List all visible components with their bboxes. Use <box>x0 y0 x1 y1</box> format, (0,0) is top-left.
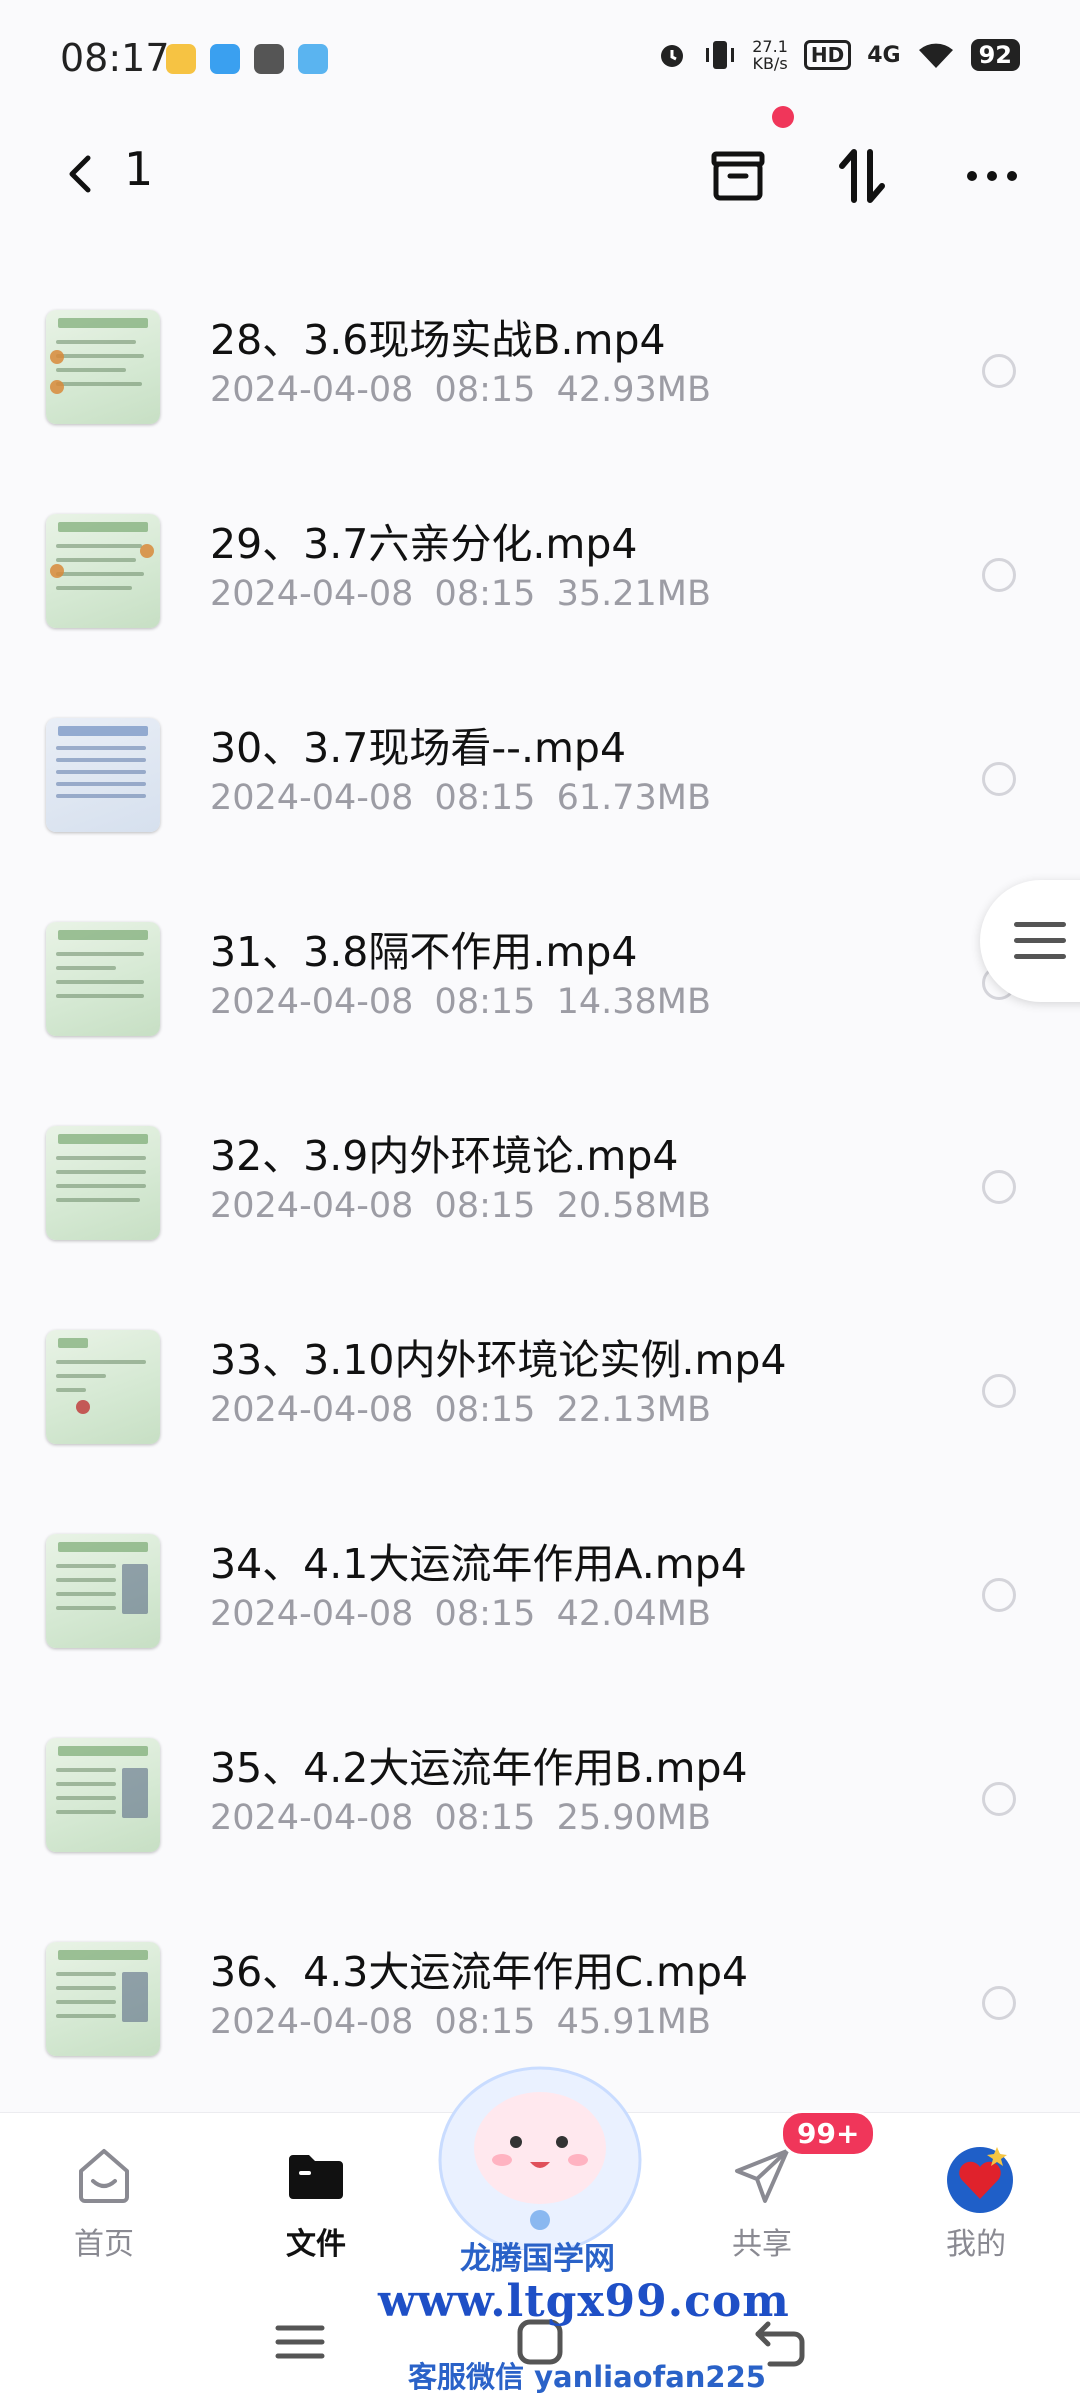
file-name: 36、4.3大运流年作用C.mp4 <box>210 1948 749 1996</box>
video-thumbnail <box>46 1738 160 1852</box>
tab-home[interactable]: 首页 <box>24 2113 184 2283</box>
more-options-button[interactable] <box>952 136 1032 216</box>
network-type: 4G <box>867 42 901 68</box>
file-name: 28、3.6现场实战B.mp4 <box>210 316 666 364</box>
list-item[interactable]: 30、3.7现场看--.mp4 2024-04-08 08:15 61.73MB <box>0 706 1080 910</box>
header: 1 <box>0 120 1080 230</box>
video-thumbnail <box>46 310 160 424</box>
list-item[interactable]: 35、4.2大运流年作用B.mp4 2024-04-08 08:15 25.90… <box>0 1726 1080 1930</box>
hd-badge: HD <box>803 40 852 70</box>
video-thumbnail <box>46 718 160 832</box>
more-horizontal-icon <box>967 171 1017 181</box>
folder-icon <box>285 2145 347 2207</box>
gift-icon <box>254 44 284 74</box>
video-thumbnail <box>46 1534 160 1648</box>
status-bar: 08:17 27.1 KB/s HD 4G 92 <box>0 0 1080 120</box>
home-icon <box>73 2145 135 2207</box>
net-speed: 27.1 KB/s <box>752 38 788 72</box>
file-meta: 2024-04-08 08:15 45.91MB <box>210 2002 711 2042</box>
file-meta: 2024-04-08 08:15 14.38MB <box>210 982 711 1022</box>
tab-home-label: 首页 <box>74 2227 134 2262</box>
video-thumbnail <box>46 922 160 1036</box>
wifi-icon <box>918 43 953 68</box>
select-radio[interactable] <box>982 1170 1016 1204</box>
video-thumbnail <box>46 1330 160 1444</box>
file-name: 33、3.10内外环境论实例.mp4 <box>210 1336 787 1384</box>
notification-icons <box>166 44 328 74</box>
file-meta: 2024-04-08 08:15 22.13MB <box>210 1390 711 1430</box>
select-radio[interactable] <box>982 1374 1016 1408</box>
watermark-contact: 客服微信 yanliaofan225 <box>408 2360 766 2394</box>
status-indicators: 27.1 KB/s HD 4G 92 <box>656 38 1020 72</box>
list-item[interactable]: 32、3.9内外环境论.mp4 2024-04-08 08:15 20.58MB <box>0 1114 1080 1318</box>
file-name: 30、3.7现场看--.mp4 <box>210 724 627 772</box>
page-title: 1 <box>124 142 154 196</box>
select-radio[interactable] <box>982 1578 1016 1612</box>
video-thumbnail <box>46 1126 160 1240</box>
sort-button[interactable] <box>822 136 902 216</box>
video-thumbnail <box>46 514 160 628</box>
menu-nav-button[interactable] <box>270 2312 330 2372</box>
list-item[interactable]: 34、4.1大运流年作用A.mp4 2024-04-08 08:15 42.04… <box>0 1522 1080 1726</box>
file-meta: 2024-04-08 08:15 20.58MB <box>210 1186 711 1226</box>
notification-dot <box>772 106 794 128</box>
watermark-url: www.ltgx99.com <box>378 2276 790 2327</box>
share-badge: 99+ <box>780 2110 877 2157</box>
file-name: 34、4.1大运流年作用A.mp4 <box>210 1540 747 1588</box>
file-name: 32、3.9内外环境论.mp4 <box>210 1132 679 1180</box>
file-meta: 2024-04-08 08:15 61.73MB <box>210 778 711 818</box>
cloud-app-icon <box>298 44 328 74</box>
tab-share-label: 共享 <box>732 2227 792 2262</box>
menu-icon <box>275 2325 325 2359</box>
select-radio[interactable] <box>982 1782 1016 1816</box>
mascot-icon <box>438 2066 642 2254</box>
select-radio[interactable] <box>982 354 1016 388</box>
select-radio[interactable] <box>982 558 1016 592</box>
file-name: 31、3.8隔不作用.mp4 <box>210 928 638 976</box>
file-name: 35、4.2大运流年作用B.mp4 <box>210 1744 748 1792</box>
file-name: 29、3.7六亲分化.mp4 <box>210 520 638 568</box>
tab-mine-label: 我的 <box>946 2227 1006 2262</box>
battery-indicator: 92 <box>970 39 1020 71</box>
status-time: 08:17 <box>60 36 170 80</box>
select-radio[interactable] <box>982 1986 1016 2020</box>
list-item[interactable]: 29、3.7六亲分化.mp4 2024-04-08 08:15 35.21MB <box>0 502 1080 706</box>
weibo-icon <box>166 44 196 74</box>
tab-mine[interactable]: 我的 <box>896 2113 1056 2283</box>
file-list: 28、3.6现场实战B.mp4 2024-04-08 08:15 42.93MB… <box>0 298 1080 2134</box>
video-thumbnail <box>46 1942 160 2056</box>
archive-button[interactable] <box>698 136 778 216</box>
file-meta: 2024-04-08 08:15 35.21MB <box>210 574 711 614</box>
file-meta: 2024-04-08 08:15 25.90MB <box>210 1798 711 1838</box>
file-meta: 2024-04-08 08:15 42.93MB <box>210 370 711 410</box>
send-icon <box>210 44 240 74</box>
chevron-left-icon <box>69 155 91 193</box>
paper-plane-icon <box>731 2145 793 2207</box>
tab-files[interactable]: 文件 <box>236 2113 396 2283</box>
tab-files-label: 文件 <box>286 2227 346 2262</box>
back-button[interactable] <box>52 144 112 204</box>
net-speed-unit: KB/s <box>752 54 788 73</box>
avatar <box>945 2145 1013 2213</box>
watermark-title: 龙腾国学网 <box>460 2241 615 2277</box>
archive-box-icon <box>711 151 765 201</box>
mascot-ai-button[interactable] <box>430 2050 650 2254</box>
list-item[interactable]: 33、3.10内外环境论实例.mp4 2024-04-08 08:15 22.1… <box>0 1318 1080 1522</box>
alarm-icon <box>661 45 684 67</box>
vibrate-icon <box>706 41 735 69</box>
sort-arrows-icon <box>839 149 885 203</box>
list-item[interactable]: 28、3.6现场实战B.mp4 2024-04-08 08:15 42.93MB <box>0 298 1080 502</box>
file-meta: 2024-04-08 08:15 42.04MB <box>210 1594 711 1634</box>
select-radio[interactable] <box>982 762 1016 796</box>
list-item[interactable]: 31、3.8隔不作用.mp4 2024-04-08 08:15 14.38MB <box>0 910 1080 1114</box>
